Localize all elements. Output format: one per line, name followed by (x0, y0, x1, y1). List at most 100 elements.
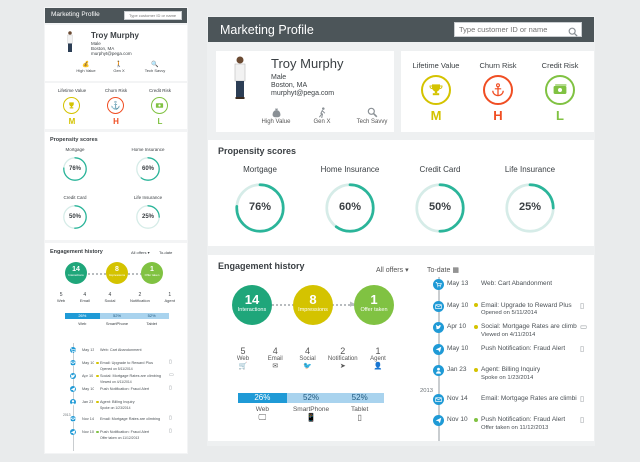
timeline-text: Social: Mortgage Rates are climbing (481, 323, 577, 330)
timeline-date: May 13 (82, 348, 95, 352)
engagement-card: Engagement history All offers ▾ To-date … (208, 255, 594, 441)
mobile-header: Marketing Profile (45, 8, 187, 23)
mobile-propensity-home-insurance: Home Insurance 60% (123, 147, 173, 181)
timeline-date: May 10 (82, 387, 95, 391)
money-bag-icon: 💰 (82, 62, 90, 68)
timeline-text: Email: Upgrade to Reward Plus (481, 301, 572, 309)
status-dot (474, 367, 478, 372)
propensity-card: Propensity scores Mortgage 76% Home Insu… (208, 140, 594, 246)
propensity-life-insurance: Life Insurance 25% (490, 165, 570, 233)
app-header: Marketing Profile (208, 17, 594, 42)
timeline-subtext: Spoke on 1/23/2014 (481, 374, 534, 381)
timeline-item[interactable]: May 10 Email: Upgrade to Reward Plus Opene… (63, 360, 183, 373)
timeline-item[interactable]: Jan 23 Agent: Billing Inquiry Spoke on 1/2… (428, 365, 588, 387)
timeline-item[interactable]: Nov 14 Email: Mortgage Rates are climbing… (63, 416, 183, 429)
timeline-item[interactable]: May 10 Push Notification: Fraud Alert ▯ (428, 343, 588, 366)
person-icon (70, 399, 76, 405)
timeline-text: Email: Upgrade to Reward Plus (100, 361, 153, 365)
status-dot (474, 324, 478, 329)
timeline-item[interactable]: Nov 14 Email: Mortgage Rates are climbing… (428, 393, 588, 416)
mobile-propensity-life-insurance: Life Insurance 25% (123, 195, 173, 229)
cart-icon: 🛒 (238, 363, 248, 370)
cart-icon (70, 347, 76, 353)
mobile-propensity-card: Propensity scores Mortgage 76% Home Insu… (45, 132, 187, 240)
walking-person-icon: 🚶 (115, 62, 123, 68)
timeline-item[interactable]: May 13 Web: Cart Abandonment (63, 347, 183, 360)
tablet-icon: ▯ (357, 413, 362, 422)
timeline-subtext: Viewed on 4/11/2014 (100, 379, 132, 384)
timeline-date: May 10 (447, 344, 469, 352)
envelope-icon (70, 360, 76, 366)
customer-gender: Male (271, 74, 287, 81)
mobile-customer-email: murphyt@pega.com (91, 51, 132, 56)
timeline-subtext: Offer taken on 11/12/2013 (481, 424, 549, 431)
device-share-bar: 26% 52% 52% (238, 393, 384, 403)
search-input[interactable] (454, 22, 582, 37)
phone-icon: ▯ (169, 386, 172, 391)
avatar (232, 56, 248, 101)
timeline-item[interactable]: Nov 10 Push Notification: Fraud Alert Offe… (428, 415, 588, 437)
profile-card: Troy Murphy Male Boston, MA murphyt@pega… (216, 51, 394, 132)
mobile-funnel-interactions: 14 Interactions (65, 262, 87, 284)
timeline-item[interactable]: Apr 10 Social: Mortgage Rates are climbin… (63, 373, 183, 386)
mobile-engagement-title: Engagement history (50, 249, 103, 255)
timeline-item[interactable]: Apr 10 Social: Mortgage Rates are climbin… (428, 322, 588, 344)
timeline-item[interactable]: Jan 23 Agent: Billing Inquiry Spoke on 1/2… (63, 399, 183, 412)
mobile-to-date[interactable]: To-date (159, 250, 172, 255)
risk-card: Lifetime Value M Churn Risk H Credit Ris… (401, 51, 594, 132)
mobile-propensity-mortgage: Mortgage 76% (55, 147, 95, 181)
twitter-icon (433, 322, 444, 333)
paper-plane-icon: ➤ (339, 363, 346, 370)
channel-social: 4 Social 🐦 (293, 346, 323, 370)
timeline-item[interactable]: May 10 Email: Upgrade to Reward Plus Opene… (428, 300, 588, 323)
timeline-year: 2013 (420, 387, 434, 394)
timeline-text: Agent: Billing Inquiry (481, 366, 541, 373)
status-dot (96, 400, 99, 404)
cart-icon (433, 279, 444, 290)
mobile-channel: 2 Notification (130, 292, 150, 303)
phone-icon: ▯ (169, 360, 172, 365)
timeline-item[interactable]: May 13 Web: Cart Abandonment (428, 279, 588, 301)
status-dot (96, 361, 99, 365)
timeline-subtext: Spoke on 1/23/2014 (100, 405, 131, 410)
twitter-icon (70, 373, 76, 379)
timeline-date: Nov 14 (82, 417, 95, 421)
timeline-date: Apr 10 (82, 374, 94, 378)
envelope-icon: ✉ (272, 363, 279, 370)
phone-icon: 📱 (306, 413, 316, 422)
mobile-search-input[interactable] (124, 11, 182, 20)
device-web: Web 🖵 (238, 406, 287, 423)
trait-gen-x: Gen X (307, 105, 337, 125)
device-bar-web: 26% (238, 393, 287, 403)
timeline-item[interactable]: Nov 10 Push Notification: Fraud Alert Offe… (63, 429, 183, 442)
channel-counts: 5 Web 🛒 4 Email ✉ 4 Social 🐦 2 Notification ➤ 1A… (228, 346, 393, 370)
mobile-risk-card: Lifetime Value M Churn Risk ⚓ H Credit R… (45, 83, 187, 129)
engagement-title: Engagement history (218, 261, 305, 271)
phone-icon: ▯ (580, 300, 585, 310)
trophy-icon (63, 97, 80, 114)
monitor-icon: ▭ (169, 373, 174, 378)
mobile-lifetime-value: Lifetime Value M (57, 88, 87, 126)
search-icon[interactable] (568, 24, 578, 37)
channel-web: 5 Web 🛒 (228, 346, 258, 370)
paper-plane-icon (70, 429, 76, 435)
trophy-icon (421, 75, 451, 105)
mobile-trait-gen-x: 🚶 Gen X (109, 61, 129, 73)
to-date-filter[interactable]: To-date ▦ (427, 266, 459, 274)
mobile-offers-filter[interactable]: All offers ▾ (131, 250, 150, 255)
timeline-date: Jan 23 (82, 400, 94, 404)
calendar-icon: ▦ (452, 267, 459, 274)
timeline-text: Push Notification: Fraud Alert (100, 387, 150, 391)
trait-tech-savvy: Tech Savvy (352, 105, 392, 125)
person-icon (433, 365, 444, 376)
cash-icon (545, 75, 575, 105)
channel-email: 4 Email ✉ (260, 346, 290, 370)
device-labels: Web 🖵 SmartPhone 📱 Tablet ▯ (238, 406, 384, 423)
paper-plane-icon (70, 386, 76, 392)
magnifier-icon: 🔍 (151, 62, 159, 68)
mobile-churn-risk: Churn Risk ⚓ H (104, 88, 128, 126)
offers-filter[interactable]: All offers ▾ (376, 266, 409, 274)
mobile-device-bar: 26% 52% 52% (65, 313, 169, 319)
timeline-item[interactable]: May 10 Push Notification: Fraud Alert ▯ (63, 386, 183, 399)
mobile-channel: 4 Social (104, 292, 116, 303)
